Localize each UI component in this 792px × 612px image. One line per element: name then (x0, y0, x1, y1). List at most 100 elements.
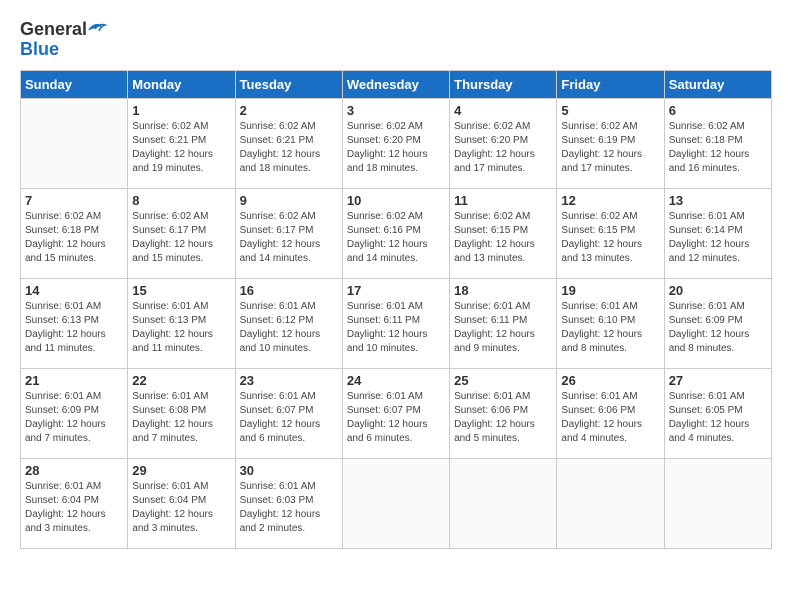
day-number: 28 (25, 463, 123, 478)
day-number: 29 (132, 463, 230, 478)
day-info: Sunrise: 6:01 AM Sunset: 6:11 PM Dayligh… (454, 300, 552, 356)
day-info: Sunrise: 6:01 AM Sunset: 6:11 PM Dayligh… (347, 300, 445, 356)
calendar-header-row: SundayMondayTuesdayWednesdayThursdayFrid… (21, 70, 772, 98)
day-info: Sunrise: 6:01 AM Sunset: 6:04 PM Dayligh… (25, 480, 123, 536)
day-info: Sunrise: 6:02 AM Sunset: 6:20 PM Dayligh… (347, 120, 445, 176)
calendar-cell: 24 Sunrise: 6:01 AM Sunset: 6:07 PM Dayli… (342, 368, 449, 458)
calendar-cell: 3 Sunrise: 6:02 AM Sunset: 6:20 PM Daylig… (342, 98, 449, 188)
day-number: 21 (25, 373, 123, 388)
calendar-cell: 25 Sunrise: 6:01 AM Sunset: 6:06 PM Dayli… (450, 368, 557, 458)
day-number: 24 (347, 373, 445, 388)
day-info: Sunrise: 6:02 AM Sunset: 6:15 PM Dayligh… (561, 210, 659, 266)
calendar-cell (342, 458, 449, 548)
calendar-cell: 30 Sunrise: 6:01 AM Sunset: 6:03 PM Dayli… (235, 458, 342, 548)
day-info: Sunrise: 6:01 AM Sunset: 6:13 PM Dayligh… (132, 300, 230, 356)
day-info: Sunrise: 6:02 AM Sunset: 6:21 PM Dayligh… (240, 120, 338, 176)
day-info: Sunrise: 6:01 AM Sunset: 6:13 PM Dayligh… (25, 300, 123, 356)
day-number: 8 (132, 193, 230, 208)
calendar-cell: 1 Sunrise: 6:02 AM Sunset: 6:21 PM Daylig… (128, 98, 235, 188)
day-info: Sunrise: 6:02 AM Sunset: 6:21 PM Dayligh… (132, 120, 230, 176)
day-info: Sunrise: 6:02 AM Sunset: 6:16 PM Dayligh… (347, 210, 445, 266)
calendar-header-friday: Friday (557, 70, 664, 98)
day-number: 23 (240, 373, 338, 388)
day-info: Sunrise: 6:01 AM Sunset: 6:04 PM Dayligh… (132, 480, 230, 536)
calendar-cell: 17 Sunrise: 6:01 AM Sunset: 6:11 PM Dayli… (342, 278, 449, 368)
calendar-cell: 29 Sunrise: 6:01 AM Sunset: 6:04 PM Dayli… (128, 458, 235, 548)
day-info: Sunrise: 6:01 AM Sunset: 6:06 PM Dayligh… (454, 390, 552, 446)
calendar-cell (557, 458, 664, 548)
day-number: 30 (240, 463, 338, 478)
calendar-week-1: 1 Sunrise: 6:02 AM Sunset: 6:21 PM Daylig… (21, 98, 772, 188)
day-info: Sunrise: 6:02 AM Sunset: 6:20 PM Dayligh… (454, 120, 552, 176)
day-info: Sunrise: 6:01 AM Sunset: 6:07 PM Dayligh… (347, 390, 445, 446)
day-number: 10 (347, 193, 445, 208)
day-number: 14 (25, 283, 123, 298)
day-info: Sunrise: 6:01 AM Sunset: 6:07 PM Dayligh… (240, 390, 338, 446)
day-info: Sunrise: 6:01 AM Sunset: 6:08 PM Dayligh… (132, 390, 230, 446)
logo: General Blue (20, 20, 111, 60)
day-info: Sunrise: 6:01 AM Sunset: 6:09 PM Dayligh… (669, 300, 767, 356)
day-number: 20 (669, 283, 767, 298)
day-number: 6 (669, 103, 767, 118)
calendar-header-thursday: Thursday (450, 70, 557, 98)
day-number: 3 (347, 103, 445, 118)
day-number: 22 (132, 373, 230, 388)
day-info: Sunrise: 6:02 AM Sunset: 6:18 PM Dayligh… (669, 120, 767, 176)
day-info: Sunrise: 6:01 AM Sunset: 6:14 PM Dayligh… (669, 210, 767, 266)
day-number: 18 (454, 283, 552, 298)
page-header: General Blue (20, 20, 772, 60)
day-number: 2 (240, 103, 338, 118)
day-info: Sunrise: 6:01 AM Sunset: 6:12 PM Dayligh… (240, 300, 338, 356)
calendar-cell: 26 Sunrise: 6:01 AM Sunset: 6:06 PM Dayli… (557, 368, 664, 458)
day-info: Sunrise: 6:01 AM Sunset: 6:09 PM Dayligh… (25, 390, 123, 446)
day-number: 9 (240, 193, 338, 208)
day-number: 16 (240, 283, 338, 298)
day-number: 15 (132, 283, 230, 298)
day-number: 5 (561, 103, 659, 118)
calendar-header-sunday: Sunday (21, 70, 128, 98)
day-info: Sunrise: 6:01 AM Sunset: 6:10 PM Dayligh… (561, 300, 659, 356)
calendar-week-2: 7 Sunrise: 6:02 AM Sunset: 6:18 PM Daylig… (21, 188, 772, 278)
calendar-cell: 7 Sunrise: 6:02 AM Sunset: 6:18 PM Daylig… (21, 188, 128, 278)
day-number: 7 (25, 193, 123, 208)
calendar-cell: 18 Sunrise: 6:01 AM Sunset: 6:11 PM Dayli… (450, 278, 557, 368)
day-info: Sunrise: 6:02 AM Sunset: 6:18 PM Dayligh… (25, 210, 123, 266)
calendar-cell: 16 Sunrise: 6:01 AM Sunset: 6:12 PM Dayli… (235, 278, 342, 368)
day-info: Sunrise: 6:02 AM Sunset: 6:17 PM Dayligh… (240, 210, 338, 266)
calendar-cell: 8 Sunrise: 6:02 AM Sunset: 6:17 PM Daylig… (128, 188, 235, 278)
calendar-cell: 12 Sunrise: 6:02 AM Sunset: 6:15 PM Dayli… (557, 188, 664, 278)
day-number: 19 (561, 283, 659, 298)
calendar-header-monday: Monday (128, 70, 235, 98)
day-info: Sunrise: 6:01 AM Sunset: 6:03 PM Dayligh… (240, 480, 338, 536)
logo-blue-text: Blue (20, 39, 59, 59)
calendar-cell: 2 Sunrise: 6:02 AM Sunset: 6:21 PM Daylig… (235, 98, 342, 188)
calendar-header-saturday: Saturday (664, 70, 771, 98)
calendar-cell: 5 Sunrise: 6:02 AM Sunset: 6:19 PM Daylig… (557, 98, 664, 188)
day-info: Sunrise: 6:01 AM Sunset: 6:05 PM Dayligh… (669, 390, 767, 446)
calendar-cell: 13 Sunrise: 6:01 AM Sunset: 6:14 PM Dayli… (664, 188, 771, 278)
calendar-cell: 28 Sunrise: 6:01 AM Sunset: 6:04 PM Dayli… (21, 458, 128, 548)
calendar-header-tuesday: Tuesday (235, 70, 342, 98)
day-number: 25 (454, 373, 552, 388)
calendar-week-4: 21 Sunrise: 6:01 AM Sunset: 6:09 PM Dayli… (21, 368, 772, 458)
day-number: 17 (347, 283, 445, 298)
calendar-cell: 22 Sunrise: 6:01 AM Sunset: 6:08 PM Dayli… (128, 368, 235, 458)
day-number: 4 (454, 103, 552, 118)
calendar-week-3: 14 Sunrise: 6:01 AM Sunset: 6:13 PM Dayli… (21, 278, 772, 368)
calendar-cell: 27Sunrise: 6:01 AM Sunset: 6:05 PM Dayli… (664, 368, 771, 458)
day-info: Sunrise: 6:02 AM Sunset: 6:19 PM Dayligh… (561, 120, 659, 176)
calendar-cell: 20 Sunrise: 6:01 AM Sunset: 6:09 PM Dayli… (664, 278, 771, 368)
day-number: 1 (132, 103, 230, 118)
calendar-cell: 9 Sunrise: 6:02 AM Sunset: 6:17 PM Daylig… (235, 188, 342, 278)
calendar-cell: 4 Sunrise: 6:02 AM Sunset: 6:20 PM Daylig… (450, 98, 557, 188)
calendar-cell: 21 Sunrise: 6:01 AM Sunset: 6:09 PM Dayli… (21, 368, 128, 458)
calendar-cell (450, 458, 557, 548)
day-number: 13 (669, 193, 767, 208)
calendar-cell: 19 Sunrise: 6:01 AM Sunset: 6:10 PM Dayli… (557, 278, 664, 368)
day-number: 12 (561, 193, 659, 208)
day-number: 26 (561, 373, 659, 388)
day-number: 11 (454, 193, 552, 208)
calendar-cell: 23 Sunrise: 6:01 AM Sunset: 6:07 PM Dayli… (235, 368, 342, 458)
day-info: Sunrise: 6:02 AM Sunset: 6:17 PM Dayligh… (132, 210, 230, 266)
day-info: Sunrise: 6:01 AM Sunset: 6:06 PM Dayligh… (561, 390, 659, 446)
